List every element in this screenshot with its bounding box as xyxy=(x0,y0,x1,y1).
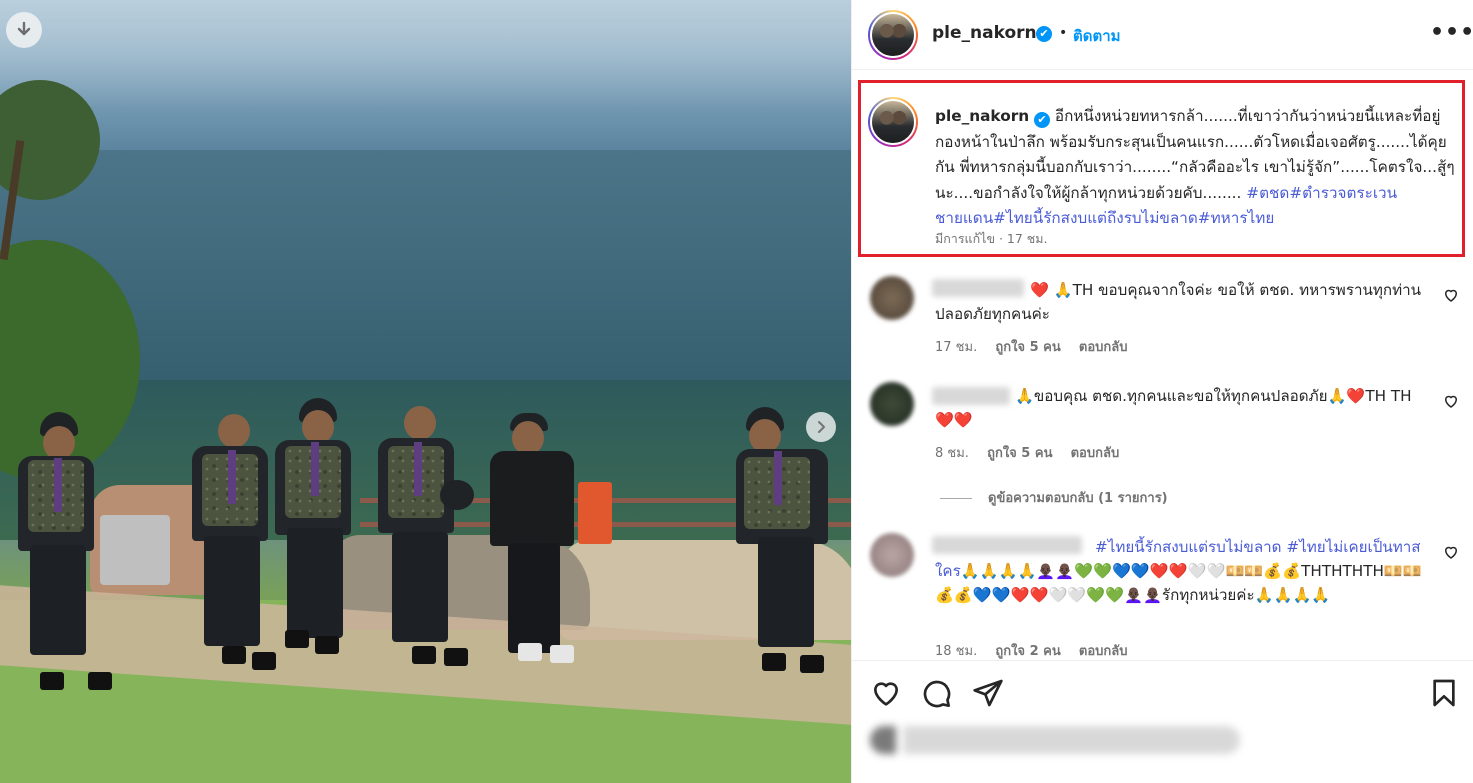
view-replies-label: ดูข้อความตอบกลับ (1 รายการ) xyxy=(988,491,1168,506)
railing-post xyxy=(578,482,612,544)
comment-like-heart-icon[interactable] xyxy=(1442,392,1460,410)
caption-time[interactable]: 17 ชม. xyxy=(1007,231,1048,246)
reply-button[interactable]: ตอบกลับ xyxy=(1079,340,1128,355)
comment-likes[interactable]: ถูกใจ 2 คน xyxy=(995,644,1060,659)
comment-body: 🙏🙏🙏🙏👩🏿‍🦲👩🏿‍🦲💚💚💙💙❤️❤️🤍🤍💴💴💰💰THTHTHTH💴💴💰💰💙💙… xyxy=(935,562,1422,604)
reply-button[interactable]: ตอบกลับ xyxy=(1071,446,1120,461)
comment-like-heart-icon[interactable] xyxy=(1442,543,1460,561)
comment-like-heart-icon[interactable] xyxy=(1442,286,1460,304)
edited-label: มีการแก้ไข xyxy=(935,231,995,246)
comment-text: #ไทยนี้รักสงบแต่รบไม่ขลาด #ไทยไม่เคยเป็น… xyxy=(935,535,1427,607)
share-icon[interactable] xyxy=(972,677,1004,709)
comment-likes[interactable]: ถูกใจ 5 คน xyxy=(995,340,1060,355)
heart-icon[interactable] xyxy=(870,677,902,709)
next-photo-button[interactable] xyxy=(806,412,836,442)
reply-button[interactable]: ตอบกลับ xyxy=(1079,644,1128,659)
comment-text: ❤️ 🙏TH ขอบคุณจากใจค่ะ ขอให้ ตชด. ทหารพรา… xyxy=(935,281,1422,323)
comment-time[interactable]: 17 ชม. xyxy=(935,340,977,355)
comment-icon[interactable] xyxy=(920,677,952,709)
post-photo xyxy=(0,0,851,783)
caption-avatar[interactable] xyxy=(868,97,918,147)
commenter-avatar[interactable] xyxy=(870,533,914,577)
follow-button[interactable]: ติดตาม xyxy=(1073,24,1121,48)
commenter-avatar[interactable] xyxy=(870,382,914,426)
replies-divider xyxy=(940,498,972,499)
comment-meta: 18 ชม. ถูกใจ 2 คน ตอบกลับ xyxy=(935,640,1141,661)
more-options-button[interactable]: ••• xyxy=(1430,20,1473,45)
post-header: ple_nakorn ✔ • ติดตาม ••• xyxy=(852,0,1473,70)
verified-badge-icon: ✔ xyxy=(1034,112,1051,128)
caption-username[interactable]: ple_nakorn xyxy=(935,107,1029,125)
comment-meta: 8 ชม. ถูกใจ 5 คน ตอบกลับ xyxy=(935,442,1133,463)
chevron-right-icon xyxy=(818,421,825,433)
comment-meta: 17 ชม. ถูกใจ 5 คน ตอบกลับ xyxy=(935,336,1141,357)
author-avatar[interactable] xyxy=(868,10,918,60)
bookmark-icon[interactable] xyxy=(1428,677,1460,709)
comment-time[interactable]: 8 ชม. xyxy=(935,446,969,461)
likes-summary-blurred xyxy=(870,726,1240,754)
comment-time[interactable]: 18 ชม. xyxy=(935,644,977,659)
download-button[interactable] xyxy=(6,12,42,48)
view-replies-button[interactable]: ดูข้อความตอบกลับ (1 รายการ) xyxy=(940,487,1168,508)
comment-likes[interactable]: ถูกใจ 5 คน xyxy=(987,446,1052,461)
stone-block xyxy=(100,515,170,585)
separator-dot: • xyxy=(1059,25,1068,41)
download-icon xyxy=(17,21,31,36)
author-username[interactable]: ple_nakorn xyxy=(932,23,1037,43)
verified-badge-icon: ✔ xyxy=(1036,26,1052,42)
post-side-panel: ple_nakorn ✔ • ติดตาม ••• ple_nakorn ✔ อ… xyxy=(851,0,1473,783)
caption: ple_nakorn ✔ อีกหนึ่งหน่วยทหารกล้า......… xyxy=(935,104,1465,232)
comment-text: 🙏ขอบคุณ ตชด.ทุกคนและขอให้ทุกคนปลอดภัย🙏❤️… xyxy=(935,387,1412,429)
commenter-avatar[interactable] xyxy=(870,276,914,320)
caption-meta: มีการแก้ไข · 17 ชม. xyxy=(935,231,1048,246)
sky-haze xyxy=(0,0,851,160)
action-bar xyxy=(852,660,1473,724)
